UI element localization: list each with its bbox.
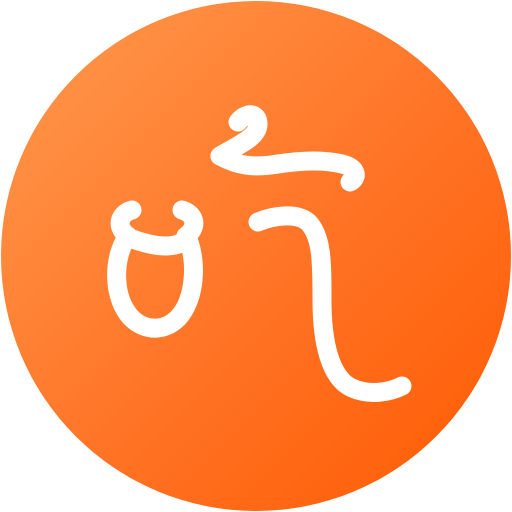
logo-background-circle (1, 1, 511, 511)
app-logo (1, 1, 511, 511)
app-icon-canvas (0, 0, 512, 512)
